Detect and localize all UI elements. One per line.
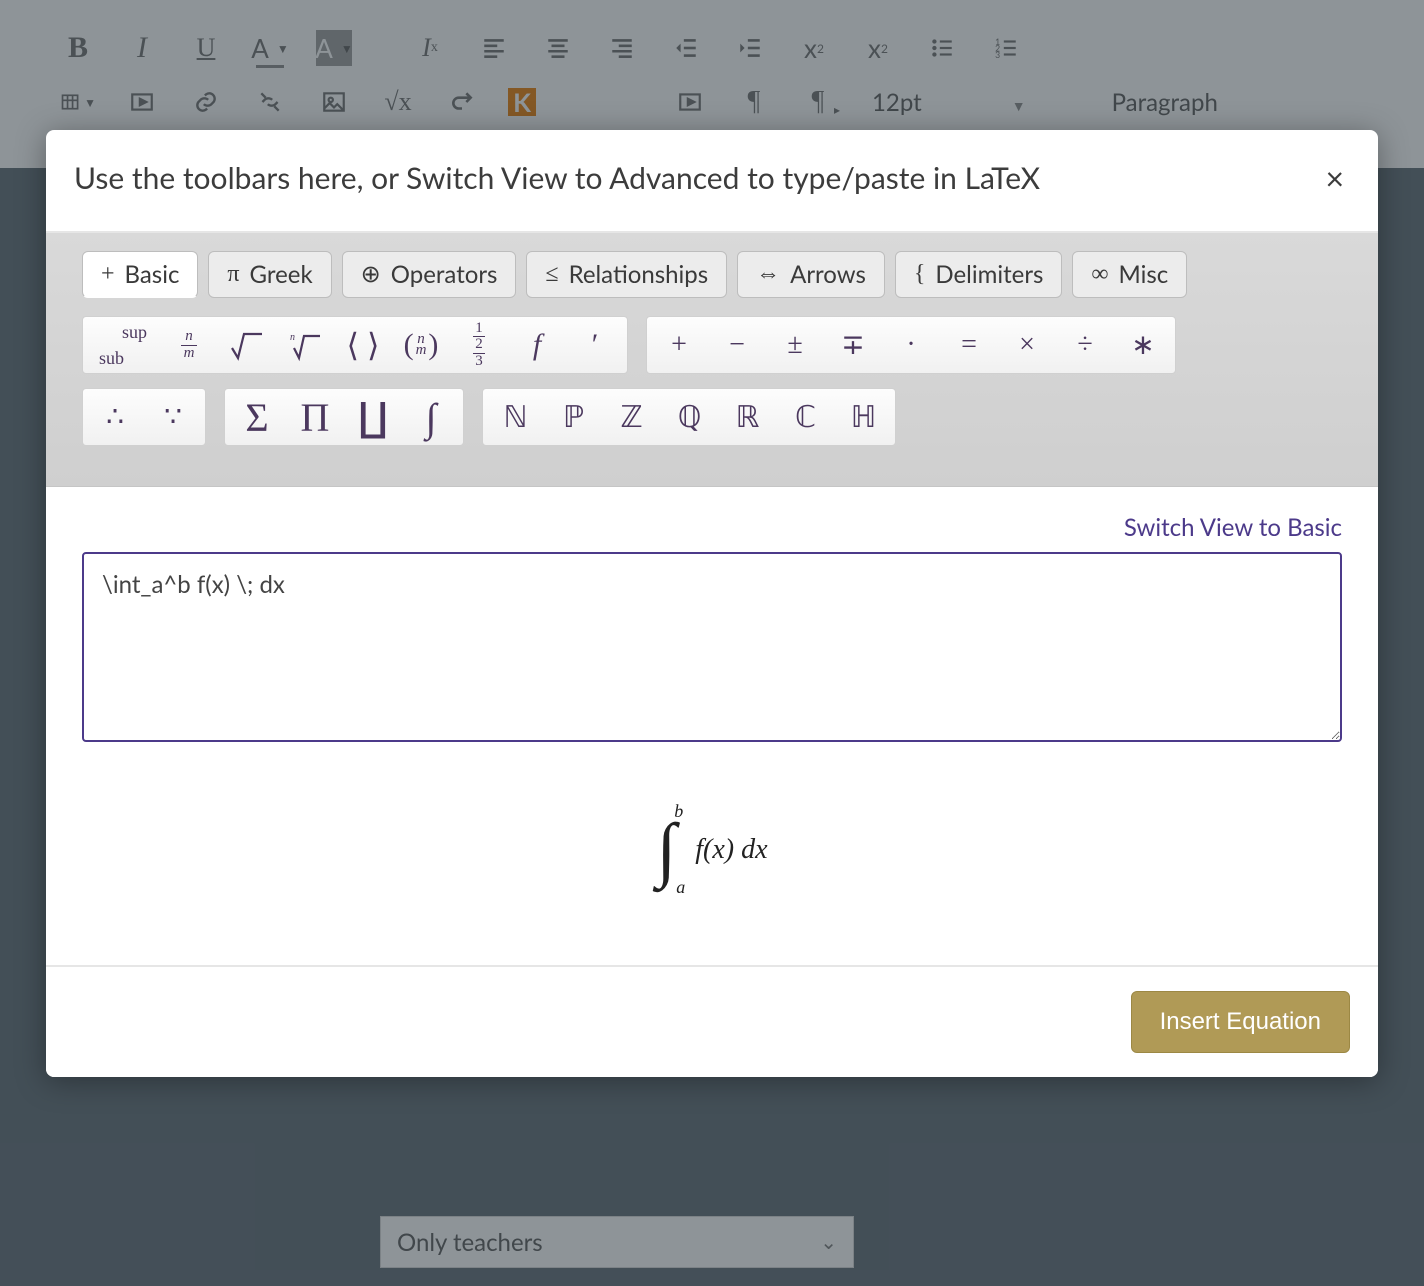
prime-button[interactable]: ′ xyxy=(573,323,617,367)
because-button[interactable]: ∵ xyxy=(151,395,195,439)
divide-button[interactable]: ÷ xyxy=(1063,323,1107,367)
quaternions-button[interactable]: ℍ xyxy=(841,395,885,439)
close-button[interactable]: × xyxy=(1319,158,1350,197)
asterisk-button[interactable]: ∗ xyxy=(1121,323,1165,367)
latex-input-section: Switch View to Basic \int_a^b f(x) \; dx… xyxy=(46,487,1378,965)
function-button[interactable]: f xyxy=(515,323,559,367)
subsup-button[interactable]: supsub xyxy=(93,323,153,367)
tab-relationships[interactable]: ≤Relationships xyxy=(526,251,727,298)
modal-header: Use the toolbars here, or Switch View to… xyxy=(46,130,1378,233)
primes-button[interactable]: ℙ xyxy=(551,395,595,439)
tab-misc[interactable]: ∞Misc xyxy=(1072,251,1187,298)
coprod-button[interactable]: ∐ xyxy=(351,395,395,439)
dots-group: ∴ ∵ xyxy=(82,388,206,446)
binom-button[interactable]: (nm) xyxy=(399,323,443,367)
insert-equation-button[interactable]: Insert Equation xyxy=(1131,991,1350,1053)
times-button[interactable]: × xyxy=(1005,323,1049,367)
integral-button[interactable]: ∫ xyxy=(409,395,453,439)
tab-arrows[interactable]: ⇔Arrows xyxy=(737,251,885,298)
equals-button[interactable]: = xyxy=(947,323,991,367)
prod-button[interactable]: Π xyxy=(293,395,337,439)
modal-footer: Insert Equation xyxy=(46,965,1378,1077)
sets-group: ℕ ℙ ℤ ℚ ℝ ℂ ℍ xyxy=(482,388,896,446)
bigops-group: Σ Π ∐ ∫ xyxy=(224,388,464,446)
sqrt-button[interactable] xyxy=(225,323,269,367)
svg-text:n: n xyxy=(290,332,295,343)
integers-button[interactable]: ℤ xyxy=(609,395,653,439)
structures-group: supsub nm n ⟨ ⟩ (nm) 123 f ′ xyxy=(82,316,628,374)
tab-delimiters[interactable]: {Delimiters xyxy=(895,251,1062,298)
anglebrackets-button[interactable]: ⟨ ⟩ xyxy=(341,323,385,367)
naturals-button[interactable]: ℕ xyxy=(493,395,537,439)
stackedfrac-button[interactable]: 123 xyxy=(457,323,501,367)
nthroot-button[interactable]: n xyxy=(283,323,327,367)
minusplus-button[interactable]: ∓ xyxy=(831,323,875,367)
therefore-button[interactable]: ∴ xyxy=(93,395,137,439)
switch-view-link[interactable]: Switch View to Basic xyxy=(82,513,1342,542)
plusminus-button[interactable]: ± xyxy=(773,323,817,367)
symbol-toolbar-area: +Basic πGreek ⊕Operators ≤Relationships … xyxy=(46,233,1378,487)
complex-button[interactable]: ℂ xyxy=(783,395,827,439)
equation-preview: ∫ ba f(x) dx xyxy=(82,774,1342,925)
cdot-button[interactable]: · xyxy=(889,323,933,367)
fraction-button[interactable]: nm xyxy=(167,323,211,367)
minus-button[interactable]: − xyxy=(715,323,759,367)
tab-operators[interactable]: ⊕Operators xyxy=(342,251,517,298)
arith-operators-group: + − ± ∓ · = × ÷ ∗ xyxy=(646,316,1176,374)
plus-button[interactable]: + xyxy=(657,323,701,367)
tab-basic[interactable]: +Basic xyxy=(82,251,198,298)
latex-textarea[interactable]: \int_a^b f(x) \; dx xyxy=(82,552,1342,742)
reals-button[interactable]: ℝ xyxy=(725,395,769,439)
equation-editor-modal: Use the toolbars here, or Switch View to… xyxy=(46,130,1378,1077)
modal-title: Use the toolbars here, or Switch View to… xyxy=(74,160,1040,196)
sum-button[interactable]: Σ xyxy=(235,395,279,439)
symbol-tabs: +Basic πGreek ⊕Operators ≤Relationships … xyxy=(82,233,1342,298)
tab-greek[interactable]: πGreek xyxy=(208,251,331,298)
rationals-button[interactable]: ℚ xyxy=(667,395,711,439)
